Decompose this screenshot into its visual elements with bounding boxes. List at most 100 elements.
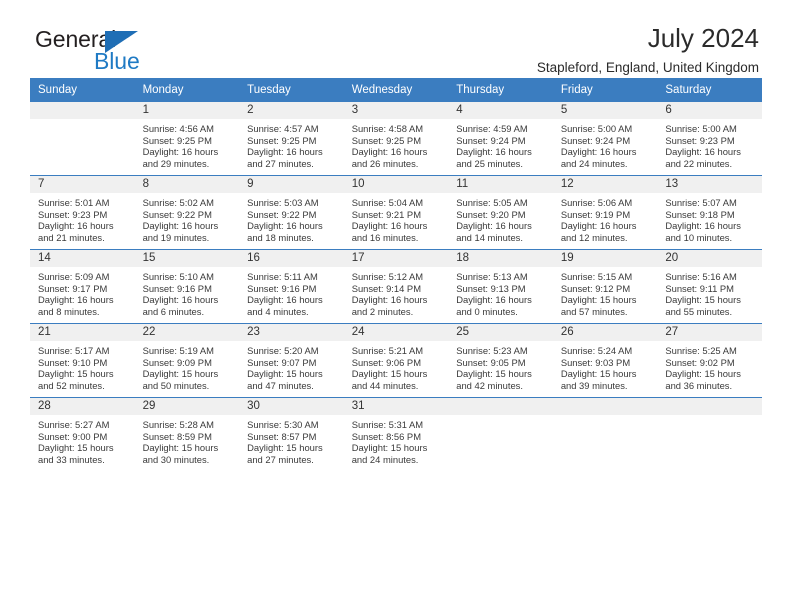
day-number: 20 <box>657 250 762 267</box>
page-header: General Blue July 2024 Stapleford, Engla… <box>30 0 762 75</box>
day-number: 23 <box>239 324 344 341</box>
day-details: Sunrise: 5:30 AM Sunset: 8:57 PM Daylight:… <box>239 415 344 466</box>
day-detail-line: Sunrise: 4:58 AM <box>351 123 424 134</box>
day-detail-line: Sunrise: 5:11 AM <box>247 271 318 282</box>
day-detail-line: Sunset: 8:59 PM <box>142 430 212 442</box>
day-detail-line: and 18 minutes. <box>247 232 314 244</box>
day-detail-line: Sunset: 9:19 PM <box>560 208 631 220</box>
day-details <box>30 119 135 123</box>
calendar-day-cell[interactable]: 19 Sunrise: 5:15 AM Sunset: 9:12 PM Dayligh… <box>552 249 658 324</box>
calendar-day-cell[interactable]: 28 Sunrise: 5:27 AM Sunset: 9:00 PM Dayligh… <box>30 397 135 471</box>
day-details: Sunrise: 5:04 AM Sunset: 9:21 PM Daylight:… <box>344 193 449 244</box>
day-number: 21 <box>30 324 135 341</box>
day-details: Sunrise: 5:31 AM Sunset: 8:56 PM Daylight:… <box>344 415 449 466</box>
day-number <box>30 102 135 119</box>
day-detail-line: and 24 minutes. <box>351 454 419 466</box>
day-detail-line: Sunrise: 4:56 AM <box>142 123 214 134</box>
day-detail-line: Sunset: 9:21 PM <box>351 208 421 220</box>
day-details <box>448 415 553 419</box>
calendar-day-cell[interactable]: 11 Sunrise: 5:05 AM Sunset: 9:20 PM Dayligh… <box>448 175 553 250</box>
day-number: 8 <box>134 176 240 193</box>
day-detail-line: Sunrise: 5:23 AM <box>456 345 528 356</box>
day-detail-line: and 14 minutes. <box>456 232 523 244</box>
day-detail-line: and 57 minutes. <box>560 306 628 318</box>
day-detail-line: Sunset: 8:56 PM <box>351 430 421 442</box>
calendar-day-cell-empty <box>657 397 762 471</box>
calendar-day-cell[interactable]: 8 Sunrise: 5:02 AM Sunset: 9:22 PM Daylight… <box>134 175 240 250</box>
day-detail-line: Sunset: 9:22 PM <box>247 208 317 220</box>
calendar-day-cell[interactable]: 18 Sunrise: 5:13 AM Sunset: 9:13 PM Dayligh… <box>448 249 553 324</box>
calendar-day-cell[interactable]: 3 Sunrise: 4:58 AM Sunset: 9:25 PM Daylight… <box>343 102 449 176</box>
day-detail-line: Sunrise: 5:15 AM <box>560 271 633 282</box>
day-detail-line: Sunrise: 5:16 AM <box>665 271 737 282</box>
day-detail-line: Sunset: 9:12 PM <box>560 282 631 294</box>
day-detail-line: Daylight: 15 hours <box>351 368 428 380</box>
day-detail-line: Sunset: 9:13 PM <box>456 282 526 294</box>
general-blue-logo[interactable]: General Blue <box>35 28 215 74</box>
calendar-day-cell[interactable]: 17 Sunrise: 5:12 AM Sunset: 9:14 PM Dayligh… <box>343 249 449 324</box>
calendar-day-cell[interactable]: 24 Sunrise: 5:21 AM Sunset: 9:06 PM Dayligh… <box>343 323 449 398</box>
day-detail-line: and 33 minutes. <box>38 454 105 466</box>
calendar-week-row: 21 Sunrise: 5:17 AM Sunset: 9:10 PM Dayligh… <box>30 323 762 398</box>
calendar-day-cell[interactable]: 7 Sunrise: 5:01 AM Sunset: 9:23 PM Daylight… <box>30 175 135 250</box>
calendar-day-cell[interactable]: 22 Sunrise: 5:19 AM Sunset: 9:09 PM Dayligh… <box>134 323 240 398</box>
day-details: Sunrise: 5:10 AM Sunset: 9:16 PM Daylight:… <box>135 267 240 318</box>
day-detail-line: Daylight: 16 hours <box>38 220 114 232</box>
calendar-day-cell[interactable]: 15 Sunrise: 5:10 AM Sunset: 9:16 PM Dayligh… <box>134 249 240 324</box>
day-detail-line: Sunset: 9:06 PM <box>351 356 421 368</box>
calendar-day-cell[interactable]: 23 Sunrise: 5:20 AM Sunset: 9:07 PM Dayligh… <box>239 323 344 398</box>
calendar-day-cell[interactable]: 5 Sunrise: 5:00 AM Sunset: 9:24 PM Daylight… <box>552 102 658 176</box>
calendar-day-cell[interactable]: 31 Sunrise: 5:31 AM Sunset: 8:56 PM Dayligh… <box>343 397 449 471</box>
calendar-day-cell[interactable]: 12 Sunrise: 5:06 AM Sunset: 9:19 PM Dayligh… <box>552 175 658 250</box>
day-details: Sunrise: 5:09 AM Sunset: 9:17 PM Daylight:… <box>30 267 135 318</box>
day-number: 18 <box>448 250 553 267</box>
calendar-day-cell[interactable]: 20 Sunrise: 5:16 AM Sunset: 9:11 PM Dayligh… <box>657 249 762 324</box>
day-detail-line: Sunset: 9:24 PM <box>560 134 631 146</box>
day-details: Sunrise: 5:28 AM Sunset: 8:59 PM Daylight:… <box>135 415 240 466</box>
calendar-day-cell[interactable]: 14 Sunrise: 5:09 AM Sunset: 9:17 PM Dayligh… <box>30 249 135 324</box>
calendar-day-cell[interactable]: 26 Sunrise: 5:24 AM Sunset: 9:03 PM Dayligh… <box>552 323 658 398</box>
day-details <box>657 415 762 419</box>
calendar-day-cell[interactable]: 6 Sunrise: 5:00 AM Sunset: 9:23 PM Daylight… <box>657 102 762 176</box>
calendar-day-cell[interactable]: 13 Sunrise: 5:07 AM Sunset: 9:18 PM Dayligh… <box>657 175 762 250</box>
calendar-day-cell[interactable]: 29 Sunrise: 5:28 AM Sunset: 8:59 PM Dayligh… <box>134 397 240 471</box>
calendar-week-row: 1 Sunrise: 4:56 AM Sunset: 9:25 PM Daylight… <box>30 102 762 176</box>
day-detail-line: Daylight: 16 hours <box>247 220 323 232</box>
calendar-day-cell[interactable]: 1 Sunrise: 4:56 AM Sunset: 9:25 PM Daylight… <box>134 102 240 176</box>
day-detail-line: Daylight: 16 hours <box>142 146 219 158</box>
day-details: Sunrise: 5:16 AM Sunset: 9:11 PM Daylight:… <box>657 267 762 318</box>
day-detail-line: Sunrise: 4:59 AM <box>456 123 528 134</box>
day-detail-line: Sunset: 9:00 PM <box>38 430 108 442</box>
day-number: 19 <box>552 250 658 267</box>
calendar-day-cell[interactable]: 2 Sunrise: 4:57 AM Sunset: 9:25 PM Daylight… <box>239 102 344 176</box>
weekday-header-saturday: Saturday <box>657 78 762 102</box>
day-detail-line: and 42 minutes. <box>456 380 523 392</box>
day-detail-line: Sunrise: 5:10 AM <box>142 271 214 282</box>
weekday-header-tuesday: Tuesday <box>239 78 344 102</box>
day-detail-line: and 12 minutes. <box>560 232 628 244</box>
day-detail-line: and 44 minutes. <box>351 380 419 392</box>
day-detail-line: Daylight: 16 hours <box>38 294 114 306</box>
day-detail-line: Sunset: 9:11 PM <box>665 282 734 294</box>
day-detail-line: Sunset: 9:25 PM <box>142 134 212 146</box>
calendar-day-cell[interactable]: 4 Sunrise: 4:59 AM Sunset: 9:24 PM Daylight… <box>448 102 553 176</box>
calendar-day-cell[interactable]: 27 Sunrise: 5:25 AM Sunset: 9:02 PM Dayligh… <box>657 323 762 398</box>
day-detail-line: Sunrise: 5:09 AM <box>38 271 110 282</box>
day-details: Sunrise: 5:20 AM Sunset: 9:07 PM Daylight:… <box>239 341 344 392</box>
day-number: 15 <box>134 250 240 267</box>
day-detail-line: Sunset: 9:14 PM <box>351 282 421 294</box>
calendar-day-cell[interactable]: 30 Sunrise: 5:30 AM Sunset: 8:57 PM Dayligh… <box>239 397 344 471</box>
day-detail-line: and 27 minutes. <box>247 158 314 170</box>
calendar-day-cell[interactable]: 21 Sunrise: 5:17 AM Sunset: 9:10 PM Dayligh… <box>30 323 135 398</box>
day-details: Sunrise: 5:12 AM Sunset: 9:14 PM Daylight:… <box>344 267 449 318</box>
day-number: 2 <box>239 102 344 119</box>
calendar-day-cell[interactable]: 16 Sunrise: 5:11 AM Sunset: 9:16 PM Dayligh… <box>239 249 344 324</box>
calendar-day-cell[interactable]: 25 Sunrise: 5:23 AM Sunset: 9:05 PM Dayligh… <box>448 323 553 398</box>
calendar-day-cell[interactable]: 9 Sunrise: 5:03 AM Sunset: 9:22 PM Daylight… <box>239 175 344 250</box>
page-title: July 2024 <box>647 23 759 53</box>
day-detail-line: and 25 minutes. <box>456 158 523 170</box>
day-details: Sunrise: 4:57 AM Sunset: 9:25 PM Daylight:… <box>239 119 344 170</box>
calendar-day-cell[interactable]: 10 Sunrise: 5:04 AM Sunset: 9:21 PM Dayligh… <box>343 175 449 250</box>
day-detail-line: Sunset: 9:09 PM <box>142 356 212 368</box>
month-calendar: Sunday Monday Tuesday Wednesday Thursday… <box>30 78 762 471</box>
